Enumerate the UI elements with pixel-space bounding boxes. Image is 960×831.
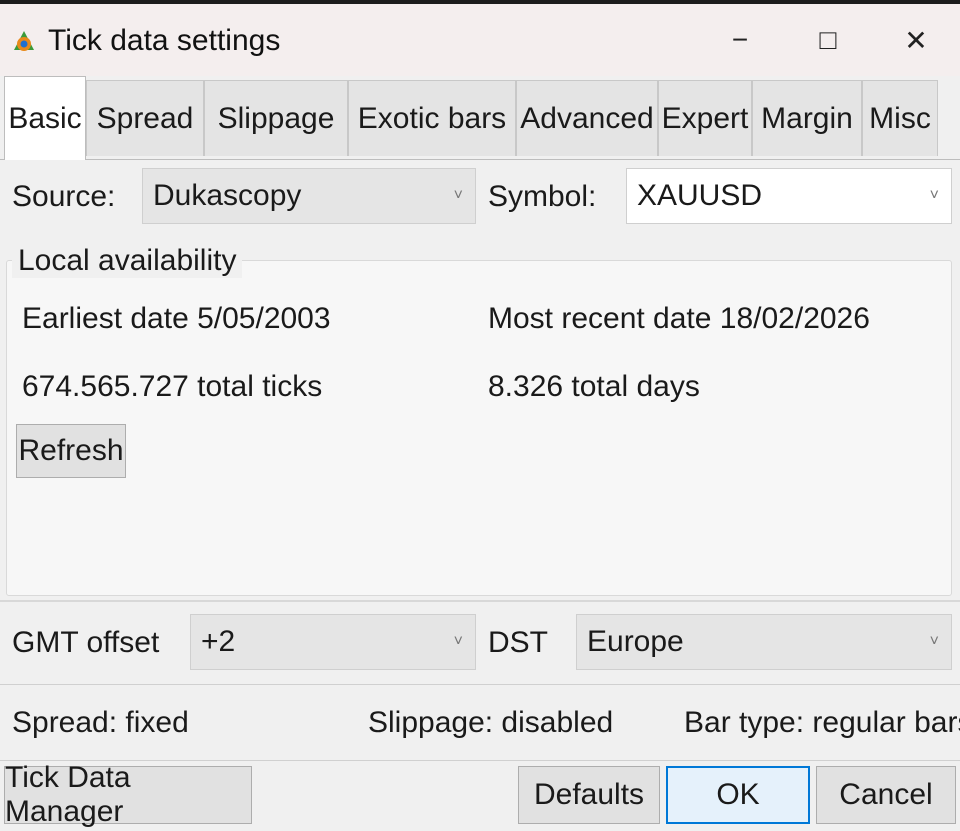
tab-panel-border <box>0 159 960 160</box>
total-ticks: 674.565.727 total ticks <box>22 370 323 403</box>
tab-margin[interactable]: Margin <box>752 80 862 156</box>
tab-advanced[interactable]: Advanced <box>516 80 658 156</box>
tick-data-settings-window: Tick data settings − □ ✕ Basic Spread Sl… <box>0 4 960 831</box>
chevron-down-icon: ˅ <box>929 187 939 204</box>
maximize-button[interactable]: □ <box>788 14 868 66</box>
minimize-button[interactable]: − <box>700 14 780 66</box>
tab-strip: Basic Spread Slippage Exotic bars Advanc… <box>0 76 960 160</box>
dst-dropdown[interactable]: Europe ˅ <box>576 614 952 670</box>
tab-slippage[interactable]: Slippage <box>204 80 348 156</box>
title-bar: Tick data settings − □ ✕ <box>0 4 960 76</box>
dst-label: DST <box>488 626 548 659</box>
tab-expert[interactable]: Expert <box>658 80 752 156</box>
ok-button[interactable]: OK <box>666 766 810 824</box>
gmt-offset-dropdown[interactable]: +2 ˅ <box>190 614 476 670</box>
symbol-dropdown[interactable]: XAUUSD ˅ <box>626 168 952 224</box>
chevron-down-icon: ˅ <box>929 633 939 650</box>
total-days: 8.326 total days <box>488 370 700 403</box>
most-recent-date: Most recent date 18/02/2026 <box>488 302 870 335</box>
tab-basic[interactable]: Basic <box>4 76 86 160</box>
gmt-offset-label: GMT offset <box>12 626 160 659</box>
earliest-date: Earliest date 5/05/2003 <box>22 302 331 335</box>
spread-status: Spread: fixed <box>12 706 189 739</box>
source-value: Dukascopy <box>153 179 302 212</box>
tab-spread[interactable]: Spread <box>86 80 204 156</box>
tab-exotic-bars[interactable]: Exotic bars <box>348 80 516 156</box>
section-divider <box>0 600 960 602</box>
cancel-button[interactable]: Cancel <box>816 766 956 824</box>
defaults-button[interactable]: Defaults <box>518 766 660 824</box>
app-icon <box>14 31 34 51</box>
window-title: Tick data settings <box>48 24 281 57</box>
tick-data-manager-button[interactable]: Tick Data Manager <box>4 761 252 828</box>
gmt-offset-value: +2 <box>201 625 236 658</box>
symbol-value: XAUUSD <box>637 179 763 212</box>
status-divider <box>0 684 960 685</box>
refresh-button[interactable]: Refresh <box>16 424 126 478</box>
source-label: Source: <box>12 180 116 213</box>
symbol-label: Symbol: <box>488 180 597 213</box>
source-dropdown[interactable]: Dukascopy ˅ <box>142 168 476 224</box>
slippage-status: Slippage: disabled <box>368 706 614 739</box>
dst-value: Europe <box>587 625 684 658</box>
close-button[interactable]: ✕ <box>876 14 956 66</box>
chevron-down-icon: ˅ <box>453 187 463 204</box>
tab-misc[interactable]: Misc <box>862 80 938 156</box>
chevron-down-icon: ˅ <box>453 633 463 650</box>
local-availability-legend: Local availability <box>12 244 243 278</box>
bar-type-status: Bar type: regular bars <box>684 706 960 739</box>
